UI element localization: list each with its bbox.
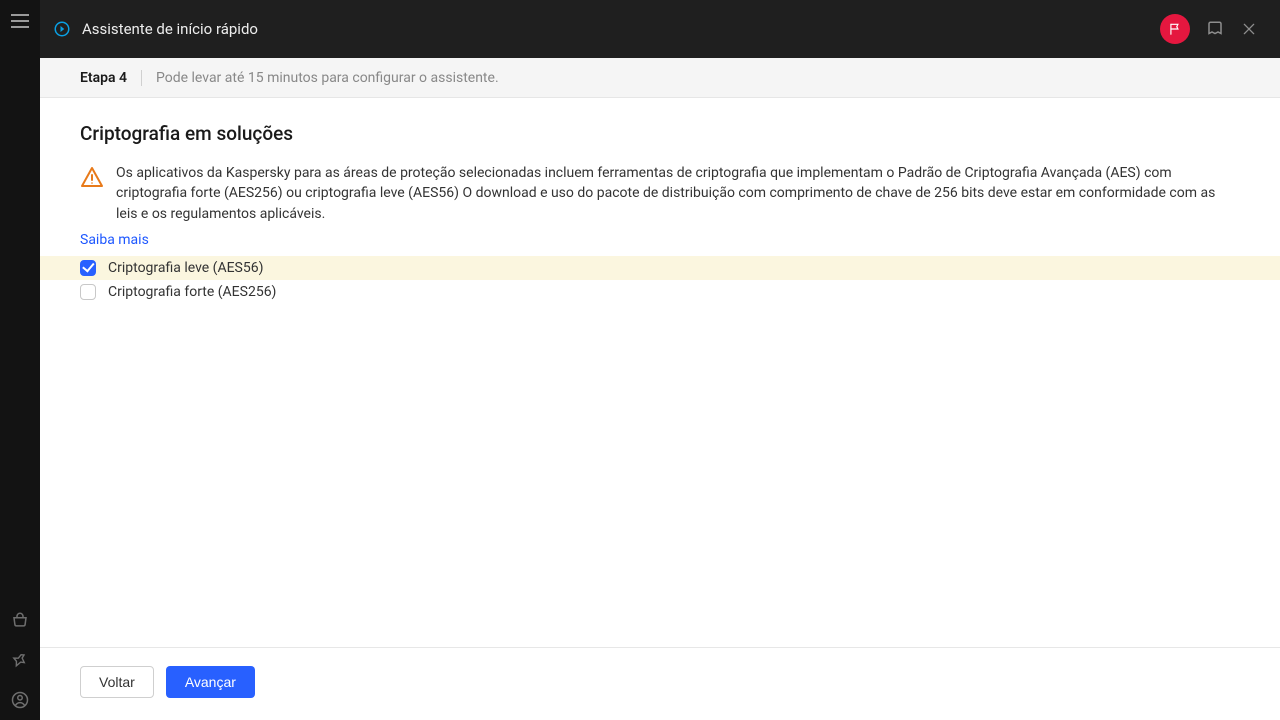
account-icon[interactable] xyxy=(0,680,40,720)
checkbox-strong[interactable] xyxy=(80,284,96,300)
section-title: Criptografia em soluções xyxy=(40,98,1280,163)
bookmark-icon[interactable] xyxy=(1198,12,1232,46)
option-light-encryption[interactable]: Criptografia leve (AES56) xyxy=(40,256,1280,280)
sidebar xyxy=(0,0,40,720)
wizard-icon xyxy=(52,19,72,39)
settings-icon[interactable] xyxy=(0,640,40,680)
feedback-flag-button[interactable] xyxy=(1160,14,1190,44)
close-button[interactable] xyxy=(1232,12,1266,46)
warning-icon xyxy=(80,165,106,193)
menu-toggle-button[interactable] xyxy=(11,14,29,28)
checkbox-light[interactable] xyxy=(80,260,96,276)
learn-more-link[interactable]: Saiba mais xyxy=(40,224,189,256)
info-text: Os aplicativos da Kaspersky para as área… xyxy=(116,163,1240,224)
option-label: Criptografia leve (AES56) xyxy=(108,260,263,276)
marketplace-icon[interactable] xyxy=(0,600,40,640)
step-bar: Etapa 4 Pode levar até 15 minutos para c… xyxy=(40,58,1280,98)
next-button[interactable]: Avançar xyxy=(166,666,255,698)
option-strong-encryption[interactable]: Criptografia forte (AES256) xyxy=(40,280,1280,304)
info-row: Os aplicativos da Kaspersky para as área… xyxy=(40,163,1280,224)
back-button[interactable]: Voltar xyxy=(80,666,154,698)
titlebar: Assistente de início rápido xyxy=(40,0,1280,58)
step-label: Etapa 4 xyxy=(80,70,127,86)
footer: Voltar Avançar xyxy=(40,647,1280,720)
step-description: Pode levar até 15 minutos para configura… xyxy=(156,70,499,86)
option-label: Criptografia forte (AES256) xyxy=(108,284,276,300)
page-title: Assistente de início rápido xyxy=(82,20,258,38)
step-divider xyxy=(141,70,142,86)
